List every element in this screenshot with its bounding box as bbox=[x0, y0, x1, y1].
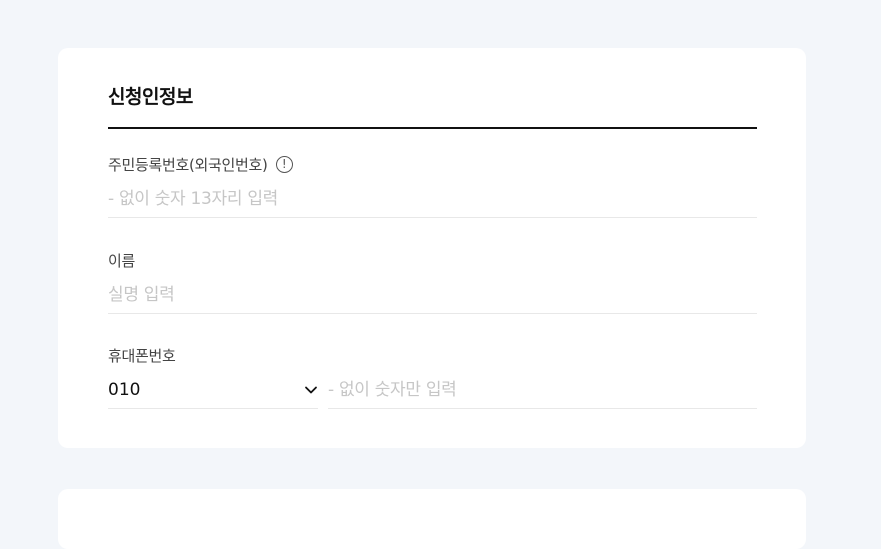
resident-id-label: 주민등록번호(외국인번호) bbox=[108, 155, 268, 174]
phone-field: 휴대폰번호 010 bbox=[108, 345, 757, 409]
name-input[interactable] bbox=[108, 276, 757, 314]
info-icon[interactable]: ! bbox=[275, 155, 293, 173]
phone-label: 휴대폰번호 bbox=[108, 346, 176, 365]
resident-id-input[interactable] bbox=[108, 180, 757, 218]
name-label: 이름 bbox=[108, 251, 136, 270]
name-field: 이름 bbox=[108, 250, 757, 314]
section-title: 신청인정보 bbox=[108, 86, 193, 108]
phone-input-row: 010 bbox=[108, 371, 757, 409]
title-divider bbox=[108, 127, 757, 129]
phone-prefix-value: 010 bbox=[108, 379, 141, 400]
phone-prefix-select[interactable]: 010 bbox=[108, 371, 318, 409]
resident-id-field: 주민등록번호(외국인번호) ! bbox=[108, 154, 757, 218]
applicant-info-card: 신청인정보 주민등록번호(외국인번호) ! 이름 휴대폰번호 010 bbox=[58, 48, 806, 448]
phone-number-input[interactable] bbox=[328, 371, 757, 409]
resident-id-label-row: 주민등록번호(외국인번호) ! bbox=[108, 154, 757, 174]
next-section-card bbox=[58, 489, 806, 549]
chevron-down-icon bbox=[304, 383, 318, 397]
